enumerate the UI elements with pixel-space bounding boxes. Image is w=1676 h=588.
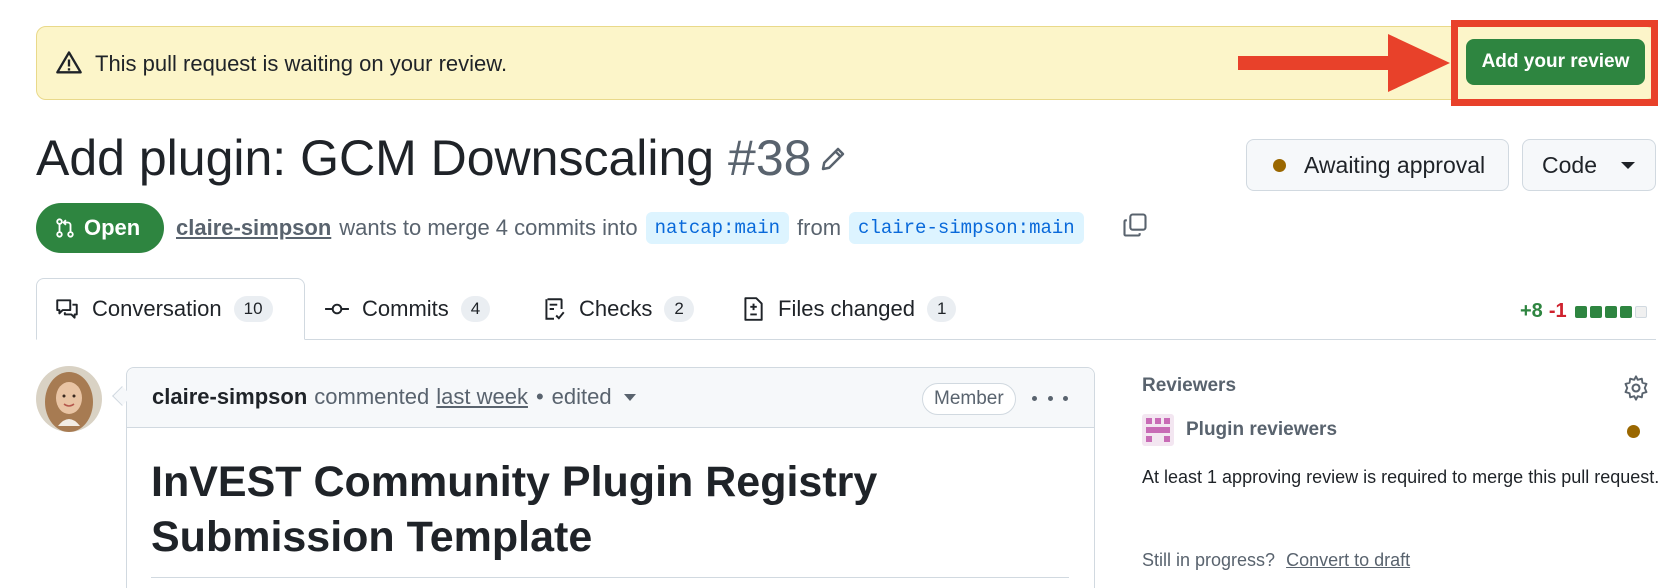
edited-history-toggle[interactable]: edited bbox=[552, 384, 612, 410]
diffstat-block bbox=[1604, 305, 1617, 318]
team-avatar-icon[interactable] bbox=[1142, 414, 1174, 446]
diffstat-block bbox=[1619, 305, 1632, 318]
comment-action: commented bbox=[314, 384, 430, 409]
annotation-arrow bbox=[1238, 34, 1450, 92]
comment-card: claire-simpson commented last week • edi… bbox=[126, 367, 1095, 588]
reviewers-heading: Reviewers bbox=[1142, 375, 1237, 396]
conversation-icon bbox=[56, 299, 78, 319]
tab-count: 1 bbox=[926, 296, 957, 322]
tab-label: Conversation bbox=[92, 296, 222, 321]
head-branch-label[interactable]: claire-simpson:main bbox=[849, 212, 1084, 244]
diffstat-block bbox=[1634, 305, 1647, 318]
tab-label: Checks bbox=[579, 296, 653, 321]
banner-text: This pull request is waiting on your rev… bbox=[95, 51, 508, 76]
pr-state-label: Open bbox=[84, 215, 141, 240]
awaiting-approval-button[interactable]: Awaiting approval bbox=[1246, 139, 1509, 191]
tab-count: 2 bbox=[664, 296, 694, 322]
meta-separator: • bbox=[535, 384, 544, 409]
tab-label: Commits bbox=[362, 296, 449, 321]
git-pull-request-icon bbox=[56, 218, 74, 238]
pencil-icon[interactable] bbox=[818, 144, 848, 174]
additions-count: +8 bbox=[1520, 300, 1543, 322]
tab-count: 10 bbox=[233, 296, 273, 322]
role-badge: Member bbox=[922, 383, 1016, 415]
deletions-count: -1 bbox=[1548, 300, 1567, 322]
more-options-icon[interactable] bbox=[1032, 385, 1068, 411]
merge-text: wants to merge 4 commits into bbox=[339, 215, 638, 240]
tab-checks[interactable]: Checks 2 bbox=[541, 296, 694, 322]
add-your-review-button[interactable]: Add your review bbox=[1466, 39, 1645, 85]
code-dropdown-button[interactable]: Code bbox=[1522, 139, 1656, 191]
caret-down-icon bbox=[1620, 161, 1635, 169]
diffstat-block bbox=[1589, 305, 1602, 318]
pr-author-link[interactable]: claire-simpson bbox=[176, 215, 331, 241]
draft-prompt-text: Still in progress? bbox=[1142, 550, 1276, 570]
warning-icon bbox=[56, 51, 82, 74]
code-button-label: Code bbox=[1542, 151, 1597, 178]
merge-summary: claire-simpson wants to merge 4 commits … bbox=[176, 211, 1084, 245]
gear-icon[interactable] bbox=[1622, 374, 1650, 402]
diffstat: +8 -1 bbox=[1520, 300, 1650, 323]
comment-author-link[interactable]: claire-simpson bbox=[152, 384, 307, 410]
pr-number: #38 bbox=[728, 130, 812, 186]
page-title: Add plugin: GCM Downscaling #38 bbox=[36, 126, 811, 190]
commit-icon bbox=[325, 303, 349, 315]
tab-label: Files changed bbox=[778, 296, 915, 321]
base-branch-label[interactable]: natcap:main bbox=[645, 212, 790, 244]
pending-review-dot bbox=[1627, 425, 1640, 438]
avatar[interactable] bbox=[36, 366, 102, 432]
copy-icon[interactable] bbox=[1121, 211, 1149, 239]
comment-timestamp-link[interactable]: last week bbox=[436, 384, 528, 410]
reviewer-team-name[interactable]: Plugin reviewers bbox=[1186, 419, 1337, 441]
tab-count: 4 bbox=[460, 296, 491, 322]
awaiting-approval-label: Awaiting approval bbox=[1304, 151, 1486, 178]
pr-title-text: Add plugin: GCM Downscaling bbox=[36, 130, 715, 186]
draft-prompt: Still in progress? Convert to draft bbox=[1142, 550, 1410, 571]
comment-header: claire-simpson commented last week • edi… bbox=[127, 368, 1094, 428]
comment-meta: claire-simpson commented last week • edi… bbox=[152, 384, 636, 410]
from-text: from bbox=[797, 215, 842, 240]
heading-divider bbox=[151, 577, 1069, 578]
comment-heading: InVEST Community Plugin Registry Submiss… bbox=[151, 458, 878, 561]
checks-icon bbox=[545, 298, 565, 320]
tab-conversation[interactable]: Conversation 10 bbox=[54, 296, 273, 322]
pr-state-badge: Open bbox=[36, 203, 164, 253]
file-diff-icon bbox=[744, 297, 763, 321]
approval-requirement-note: At least 1 approving review is required … bbox=[1142, 467, 1660, 487]
tab-commits[interactable]: Commits 4 bbox=[324, 296, 491, 322]
tab-files-changed[interactable]: Files changed 1 bbox=[740, 296, 957, 322]
caret-down-icon[interactable] bbox=[623, 393, 636, 401]
convert-to-draft-link[interactable]: Convert to draft bbox=[1286, 550, 1410, 570]
diffstat-block bbox=[1574, 305, 1587, 318]
pending-status-dot bbox=[1273, 158, 1286, 172]
